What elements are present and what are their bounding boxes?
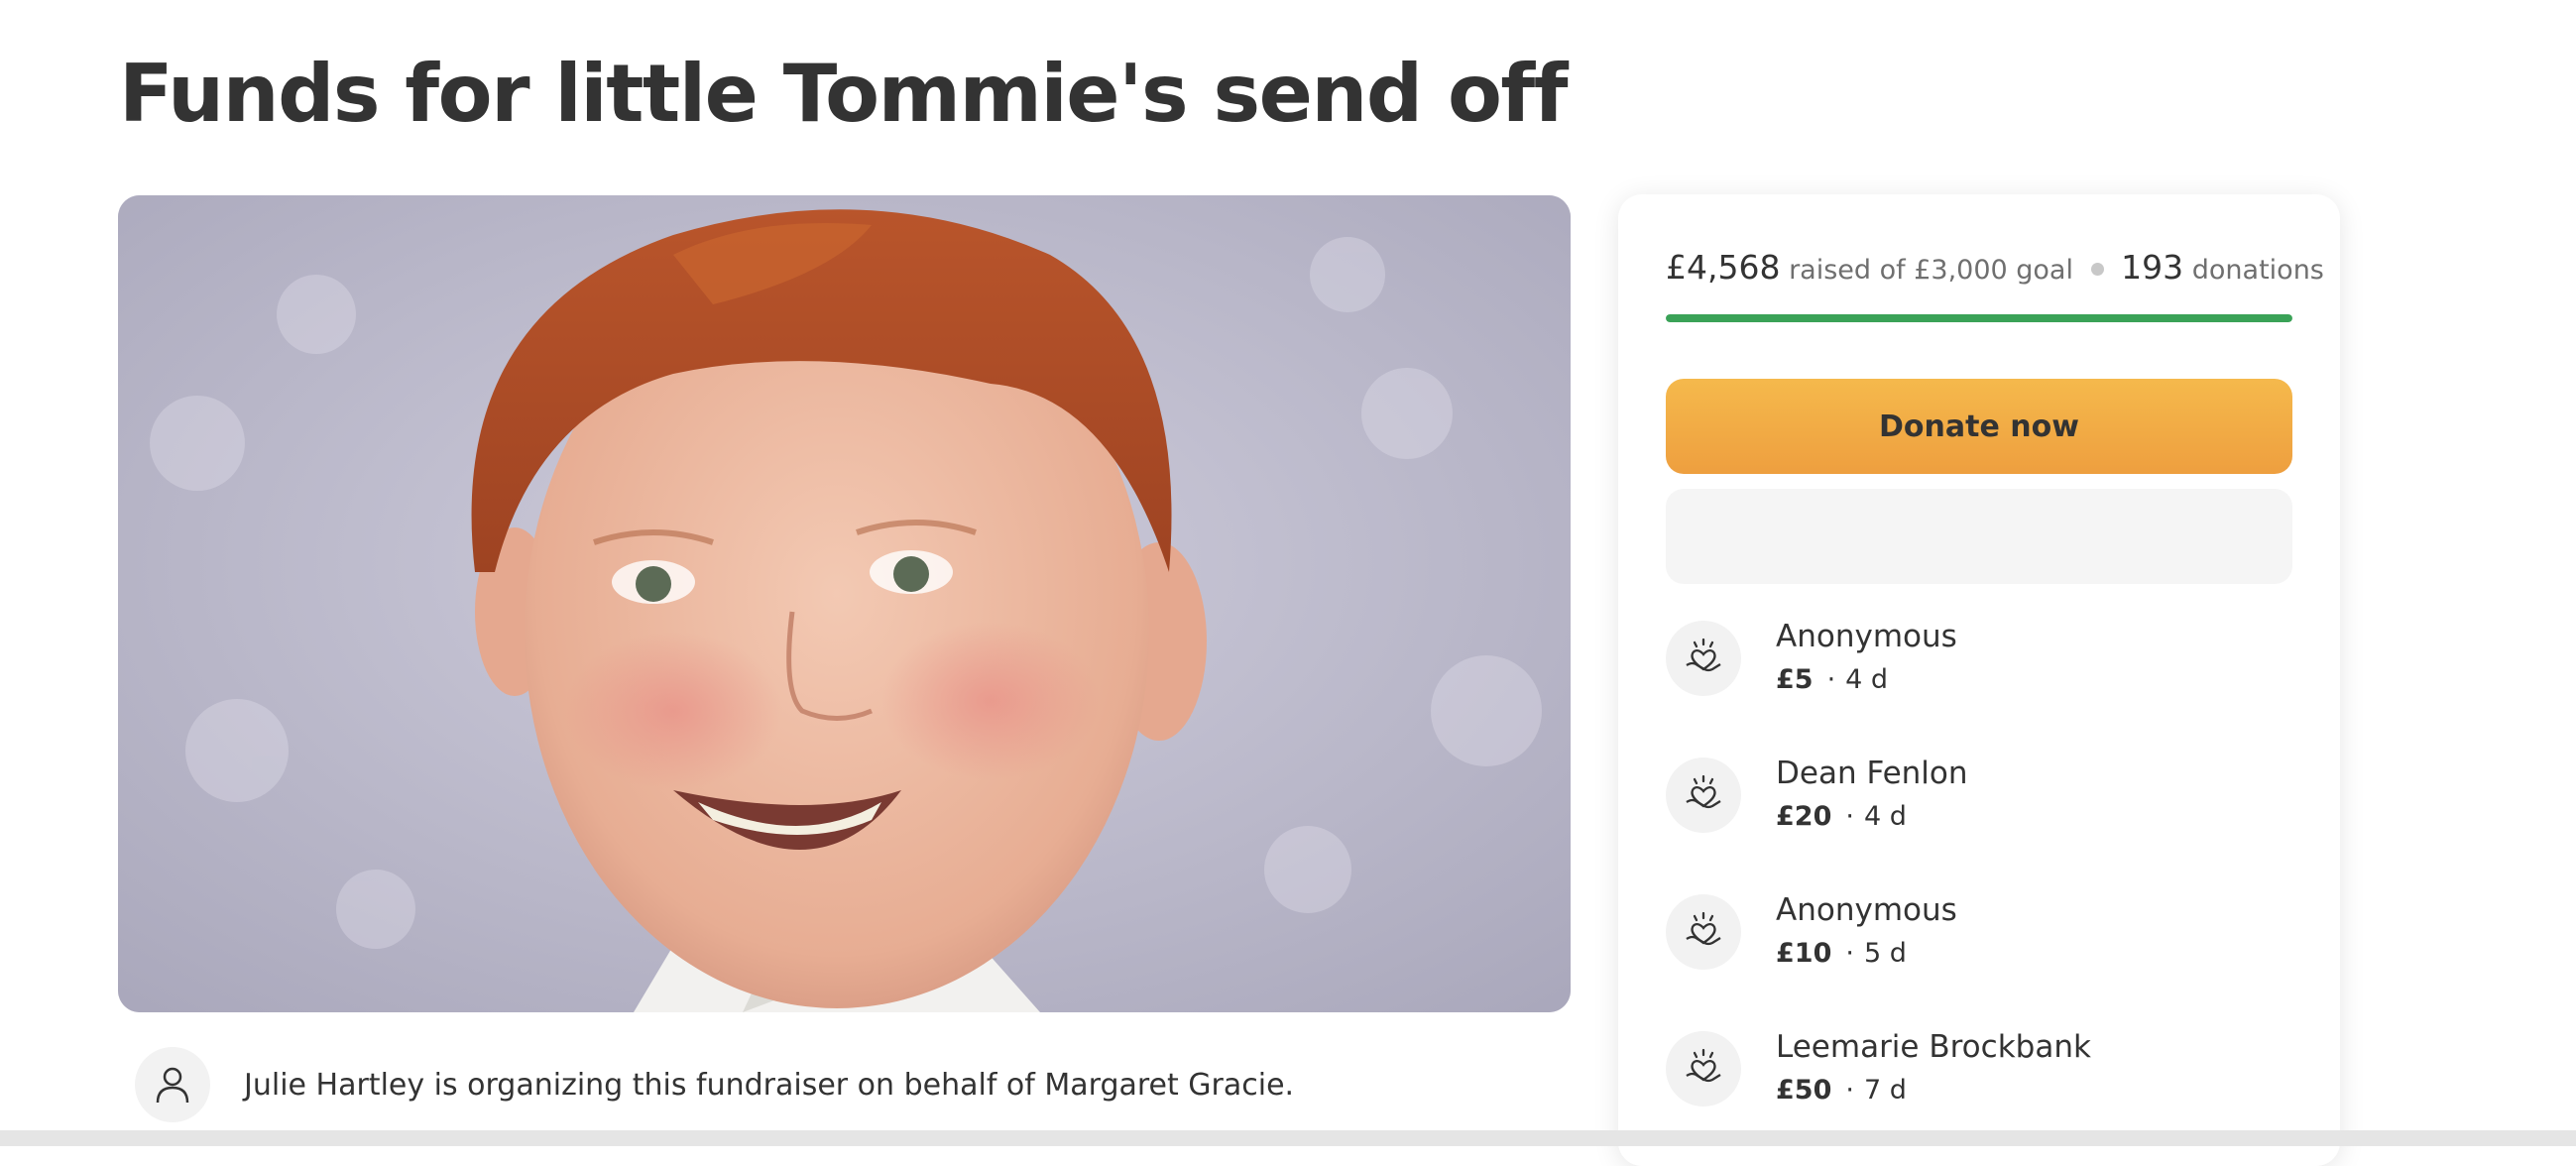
organizer-info: Julie Hartley is organizing this fundrai… [135,1047,1294,1122]
donation-time: 4 d [1863,801,1907,832]
donor-name: Anonymous [1776,892,1957,928]
donation-meta: £50 · 7 d [1776,1071,2091,1110]
donation-time: 5 d [1863,938,1907,969]
donation-time: 4 d [1845,664,1889,695]
heart-hand-icon [1666,1031,1741,1107]
secondary-action-button[interactable] [1666,489,2292,584]
donation-info: Anonymous £5 · 4 d [1776,617,1957,700]
page-title: Funds for little Tommie's send off [119,48,1569,140]
donation-amount: £50 [1776,1075,1832,1106]
separator: · [1845,938,1854,969]
separator-dot [2090,263,2104,276]
donation-info: Leemarie Brockbank £50 · 7 d [1776,1027,2091,1110]
heart-hand-icon [1666,621,1741,696]
donor-name: Anonymous [1776,619,1957,654]
separator: · [1845,801,1854,832]
donation-meta: £20 · 4 d [1776,797,1968,837]
donations-label: donations [2191,255,2324,286]
donation-time: 7 d [1863,1075,1907,1106]
heart-hand-icon [1666,758,1741,833]
goal-label: raised of £3,000 goal [1789,255,2073,286]
amount-raised: £4,568 [1666,248,1781,287]
separator: · [1845,1075,1854,1106]
person-icon [135,1047,210,1122]
progress-bar [1666,314,2292,322]
progress-summary: £4,568 raised of £3,000 goal 193 donatio… [1666,248,2324,287]
donation-info: Anonymous £10 · 5 d [1776,890,1957,974]
donation-info: Dean Fenlon £20 · 4 d [1776,754,1968,837]
separator: · [1826,664,1836,695]
donation-item: Anonymous £5 · 4 d [1666,611,1957,706]
organizer-text: Julie Hartley is organizing this fundrai… [244,1067,1295,1103]
donation-meta: £10 · 5 d [1776,934,1957,974]
donor-name: Leemarie Brockbank [1776,1029,2091,1065]
donation-amount: £20 [1776,801,1832,832]
fundraiser-hero-image [118,195,1571,1012]
donation-meta: £5 · 4 d [1776,660,1957,700]
donation-amount: £10 [1776,938,1832,969]
heart-hand-icon [1666,894,1741,970]
donation-sidebar-card: £4,568 raised of £3,000 goal 193 donatio… [1618,194,2340,1166]
donor-name: Dean Fenlon [1776,756,1968,791]
progress-bar-fill [1666,314,2292,322]
donation-amount: £5 [1776,664,1814,695]
donate-now-button[interactable]: Donate now [1666,379,2292,474]
child-portrait-photo [118,195,1571,1012]
donation-item: Leemarie Brockbank £50 · 7 d [1666,1021,2091,1116]
donations-count: 193 [2121,248,2184,287]
donation-item: Dean Fenlon £20 · 4 d [1666,748,1968,843]
bottom-bar [0,1130,2576,1146]
donation-item: Anonymous £10 · 5 d [1666,884,1957,980]
